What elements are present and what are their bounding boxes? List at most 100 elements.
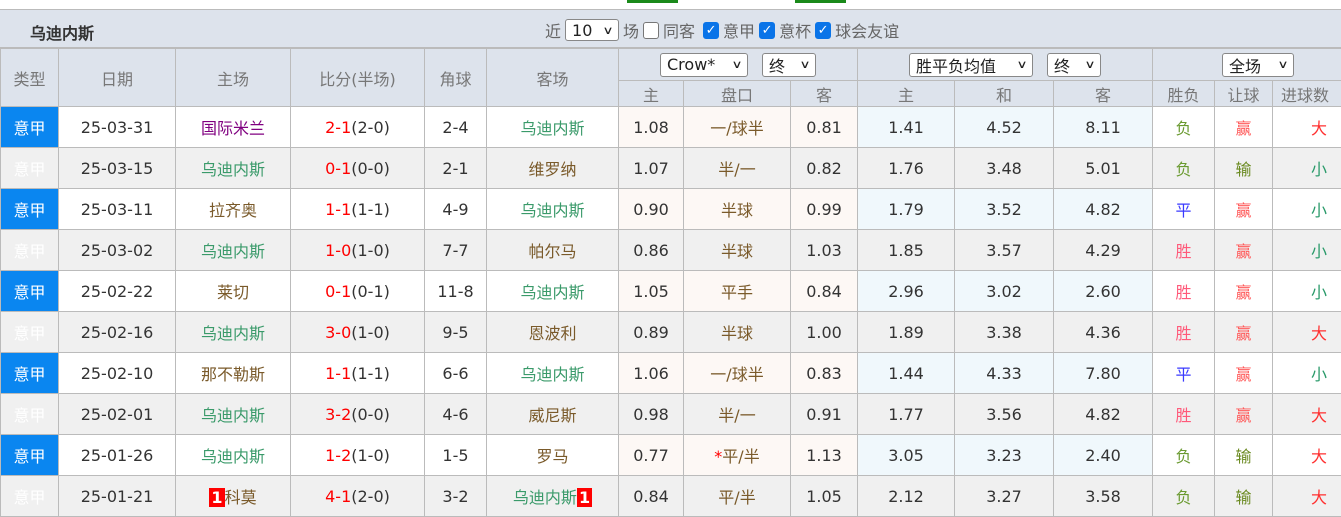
eu-away-odds: 4.82 [1054, 189, 1153, 230]
handicap-result: 输 [1215, 148, 1273, 189]
home-team-name[interactable]: 乌迪内斯 [201, 447, 265, 466]
away-team[interactable]: 威尼斯 [487, 394, 619, 435]
eu-home-odds: 1.41 [858, 107, 955, 148]
home-team-name[interactable]: 乌迪内斯 [201, 160, 265, 179]
ah-line: 半球 [684, 189, 791, 230]
half-time-score: (1-1) [351, 200, 390, 219]
ah-line-value: 半球 [721, 324, 753, 343]
serie-a-checkbox[interactable]: ✓ [703, 22, 719, 39]
away-team[interactable]: 乌迪内斯 [487, 189, 619, 230]
home-team-name[interactable]: 科莫 [225, 488, 257, 507]
away-team-name[interactable]: 帕尔马 [528, 242, 576, 261]
coppa-italia-checkbox[interactable]: ✓ [759, 22, 775, 39]
home-team[interactable]: 乌迪内斯 [176, 148, 291, 189]
handicap-result: 赢 [1215, 312, 1273, 353]
asian-company-select[interactable]: Crow*∨ [660, 53, 748, 77]
chevron-down-icon: ∨ [1277, 58, 1288, 71]
half-time-score: (0-1) [351, 282, 390, 301]
home-team[interactable]: 拉齐奥 [176, 189, 291, 230]
away-team[interactable]: 维罗纳 [487, 148, 619, 189]
col-away: 客场 [487, 49, 619, 107]
league-type[interactable]: 意甲 [1, 107, 59, 148]
friendly-checkbox[interactable]: ✓ [815, 22, 831, 39]
asian-odds-header: Crow*∨ 终∨ [619, 49, 858, 81]
home-team-name[interactable]: 乌迪内斯 [201, 406, 265, 425]
league-type[interactable]: 意甲 [1, 312, 59, 353]
away-team-name[interactable]: 乌迪内斯 [520, 201, 584, 220]
score[interactable]: 2-1(2-0) [291, 107, 425, 148]
home-team-name[interactable]: 拉齐奥 [209, 201, 257, 220]
match-row: 意甲25-02-01乌迪内斯3-2(0-0)4-6威尼斯0.98半/一0.911… [1, 394, 1341, 435]
corners: 1-5 [425, 435, 487, 476]
score[interactable]: 3-2(0-0) [291, 394, 425, 435]
score[interactable]: 1-2(1-0) [291, 435, 425, 476]
ah-line-value: 半/一 [718, 160, 755, 179]
away-team[interactable]: 帕尔马 [487, 230, 619, 271]
ah-line: 半/一 [684, 394, 791, 435]
away-team-name[interactable]: 维罗纳 [528, 160, 576, 179]
away-team[interactable]: 乌迪内斯 [487, 271, 619, 312]
league-type[interactable]: 意甲 [1, 394, 59, 435]
ah-line: 平/半 [684, 476, 791, 517]
ah-line: 一/球半 [684, 107, 791, 148]
half-time-score: (2-0) [351, 118, 390, 137]
home-team-name[interactable]: 乌迪内斯 [201, 242, 265, 261]
away-team[interactable]: 乌迪内斯 [487, 107, 619, 148]
match-count-select[interactable]: 10∨ [565, 19, 619, 41]
home-team[interactable]: 国际米兰 [176, 107, 291, 148]
league-type[interactable]: 意甲 [1, 189, 59, 230]
league-type[interactable]: 意甲 [1, 271, 59, 312]
home-team[interactable]: 那不勒斯 [176, 353, 291, 394]
away-team-name[interactable]: 罗马 [536, 447, 568, 466]
home-team[interactable]: 1科莫 [176, 476, 291, 517]
period-select[interactable]: 全场∨ [1222, 53, 1294, 77]
league-type[interactable]: 意甲 [1, 353, 59, 394]
result: 负 [1153, 107, 1215, 148]
score[interactable]: 1-1(1-1) [291, 189, 425, 230]
score[interactable]: 4-1(2-0) [291, 476, 425, 517]
asian-stage-select[interactable]: 终∨ [762, 53, 816, 77]
score[interactable]: 0-1(0-1) [291, 271, 425, 312]
euro-stage-select[interactable]: 终∨ [1047, 53, 1101, 77]
score[interactable]: 3-0(1-0) [291, 312, 425, 353]
match-row: 意甲25-01-211科莫4-1(2-0)3-2乌迪内斯10.84平/半1.05… [1, 476, 1341, 517]
home-team[interactable]: 乌迪内斯 [176, 394, 291, 435]
league-type[interactable]: 意甲 [1, 476, 59, 517]
score[interactable]: 1-0(1-0) [291, 230, 425, 271]
home-team-name[interactable]: 国际米兰 [201, 119, 265, 138]
same-venue-checkbox[interactable] [643, 22, 659, 39]
full-time-score: 2-1 [325, 118, 351, 137]
goals-result: 小 [1273, 230, 1341, 271]
away-team-name[interactable]: 乌迪内斯 [520, 119, 584, 138]
away-team[interactable]: 恩波利 [487, 312, 619, 353]
home-team[interactable]: 乌迪内斯 [176, 312, 291, 353]
half-time-score: (1-0) [351, 323, 390, 342]
home-team-name[interactable]: 莱切 [217, 283, 249, 302]
col-ah-line: 盘口 [684, 81, 791, 107]
league-type[interactable]: 意甲 [1, 148, 59, 189]
ah-away-odds: 0.99 [791, 189, 858, 230]
home-team-name[interactable]: 乌迪内斯 [201, 324, 265, 343]
home-team[interactable]: 乌迪内斯 [176, 435, 291, 476]
away-team-name[interactable]: 乌迪内斯 [513, 488, 577, 507]
away-team-name[interactable]: 乌迪内斯 [520, 365, 584, 384]
away-team[interactable]: 乌迪内斯1 [487, 476, 619, 517]
home-team-name[interactable]: 那不勒斯 [201, 365, 265, 384]
away-team-name[interactable]: 乌迪内斯 [520, 283, 584, 302]
league-type[interactable]: 意甲 [1, 230, 59, 271]
eu-home-odds: 2.96 [858, 271, 955, 312]
match-date: 25-03-15 [59, 148, 176, 189]
away-team-name[interactable]: 威尼斯 [528, 406, 576, 425]
score[interactable]: 1-1(1-1) [291, 353, 425, 394]
home-team[interactable]: 莱切 [176, 271, 291, 312]
away-team[interactable]: 罗马 [487, 435, 619, 476]
euro-company-select[interactable]: 胜平负均值∨ [909, 53, 1033, 77]
away-team[interactable]: 乌迪内斯 [487, 353, 619, 394]
green-indicator [627, 0, 678, 3]
home-team[interactable]: 乌迪内斯 [176, 230, 291, 271]
match-date: 25-02-01 [59, 394, 176, 435]
league-type[interactable]: 意甲 [1, 435, 59, 476]
score[interactable]: 0-1(0-0) [291, 148, 425, 189]
match-date: 25-01-26 [59, 435, 176, 476]
away-team-name[interactable]: 恩波利 [528, 324, 576, 343]
